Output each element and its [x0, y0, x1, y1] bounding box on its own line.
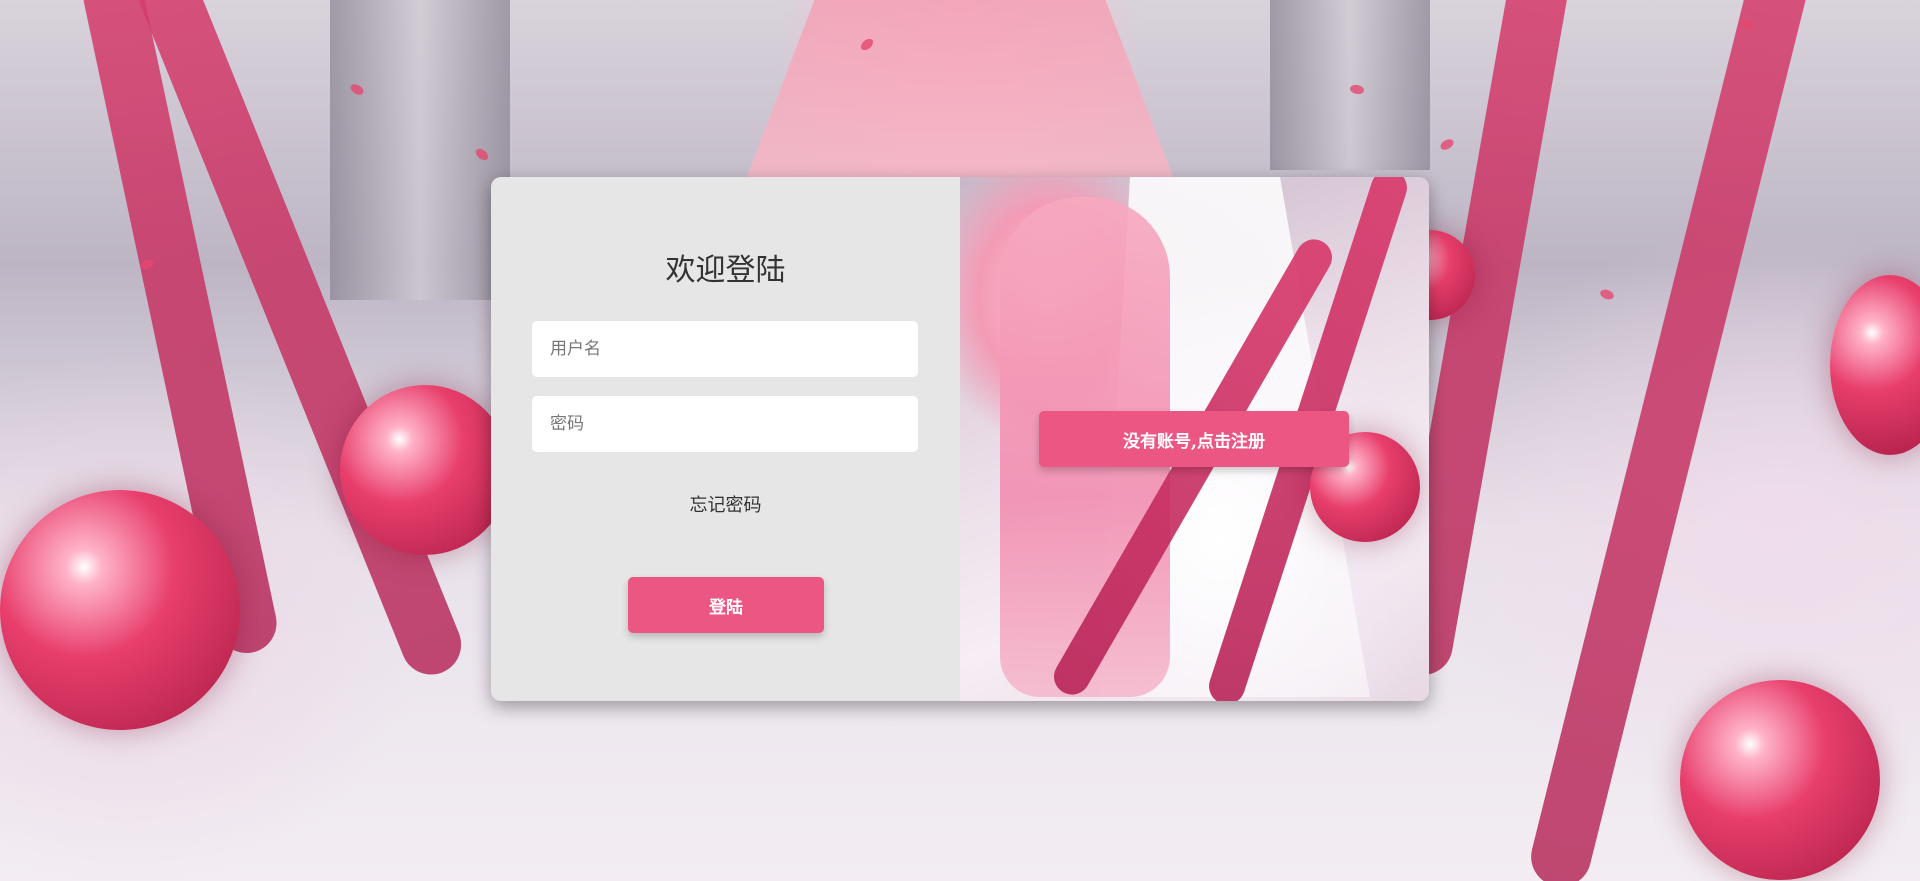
artwork-panel: 没有账号,点击注册	[960, 177, 1429, 701]
background-petal	[1598, 287, 1616, 302]
login-panel: 欢迎登陆 忘记密码 登陆	[491, 177, 960, 701]
background-orb	[340, 385, 510, 555]
forgot-password-link[interactable]: 忘记密码	[491, 491, 960, 517]
login-card: 欢迎登陆 忘记密码 登陆 没有账号,点击注册	[491, 177, 1429, 701]
username-input[interactable]	[532, 321, 918, 377]
login-title: 欢迎登陆	[665, 253, 786, 288]
background-pillar	[1270, 0, 1430, 170]
background-orb	[0, 490, 240, 730]
login-button[interactable]: 登陆	[628, 577, 824, 633]
register-button[interactable]: 没有账号,点击注册	[1039, 411, 1349, 467]
password-input[interactable]	[532, 396, 918, 452]
background-orb	[1830, 275, 1920, 455]
background-orb	[1680, 680, 1880, 880]
background-petal	[1438, 137, 1456, 152]
